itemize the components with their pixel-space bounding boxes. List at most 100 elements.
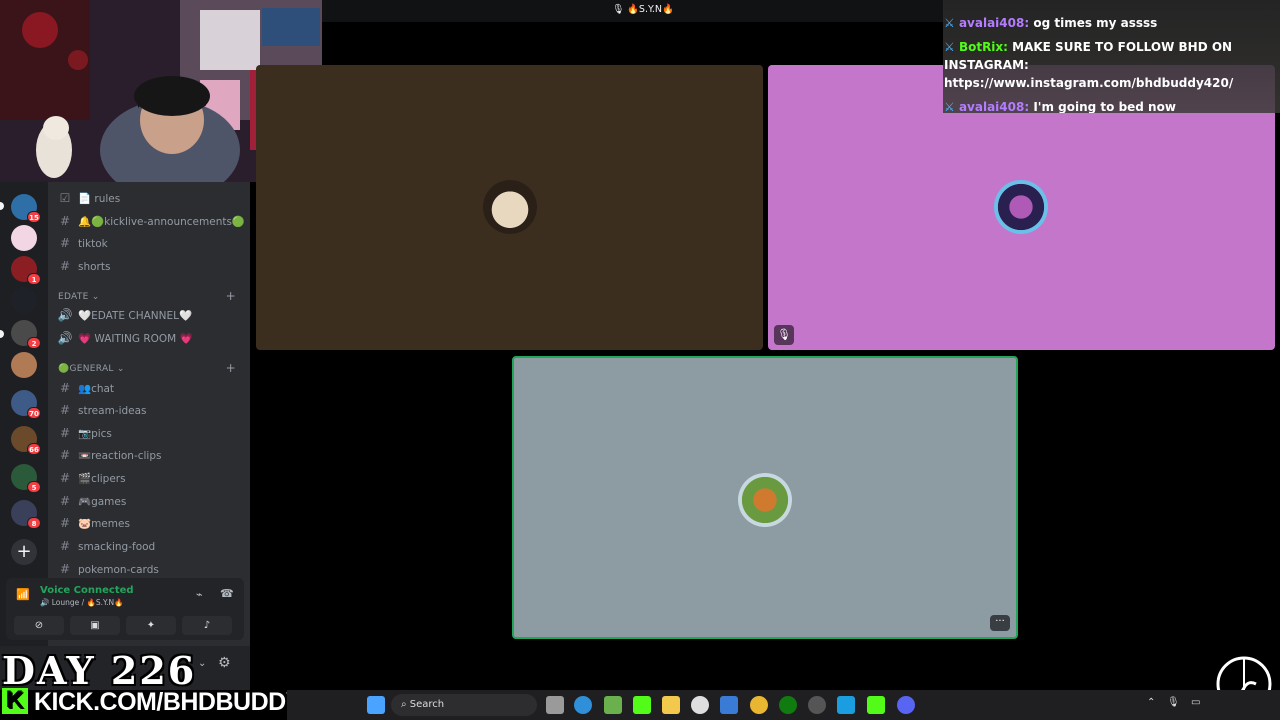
channel-label: 🐷memes — [78, 518, 130, 530]
taskbar-search[interactable]: ⌕ Search — [391, 694, 537, 716]
channel-label: 🤍EDATE CHANNEL🤍 — [78, 310, 193, 322]
server-icon[interactable] — [11, 225, 37, 251]
voice-tile-speaking[interactable]: ··· — [512, 356, 1018, 639]
store-icon[interactable] — [720, 696, 738, 714]
start-menu-icon[interactable] — [367, 696, 385, 714]
mention-badge: 70 — [27, 407, 41, 419]
mention-badge: 2 — [27, 337, 41, 349]
channel-label: 🎮games — [78, 496, 127, 508]
microphone-icon[interactable]: 🎙 — [1167, 697, 1180, 708]
obs-icon[interactable] — [808, 696, 826, 714]
channel-rules[interactable]: ☑ 📄 rules — [56, 187, 242, 209]
channel-pokemon-cards[interactable]: # pokemon-cards — [56, 558, 242, 580]
channel-reaction-clips[interactable]: # 📼reaction-clips — [56, 444, 242, 466]
app-icon[interactable] — [633, 696, 651, 714]
discord-icon[interactable] — [897, 696, 915, 714]
stream-chat-overlay: ⚔ avalai408: og times my assss ⚔ BotRix:… — [943, 0, 1280, 113]
activities-button[interactable]: ✦ — [126, 616, 176, 635]
xbox-icon[interactable] — [779, 696, 797, 714]
nvidia-icon[interactable] — [604, 696, 622, 714]
settings-gear-icon[interactable]: ⚙ — [218, 655, 231, 671]
category-edate[interactable]: EDATE ⌄ + — [58, 289, 242, 304]
server-folder-icon[interactable]: 66 — [11, 426, 41, 455]
server-folder-icon[interactable]: 5 — [11, 464, 41, 493]
add-channel-icon[interactable]: + — [226, 361, 236, 375]
voice-channel-waiting-room[interactable]: 🔊 💗 WAITING ROOM 💗 — [56, 327, 242, 349]
server-icon[interactable]: 15 — [11, 194, 41, 223]
server-icon[interactable]: 2 — [11, 320, 41, 349]
chrome-icon[interactable] — [750, 696, 768, 714]
channel-tiktok[interactable]: # tiktok — [56, 232, 242, 254]
voice-location[interactable]: 🔊 Lounge / 🔥S.Y.N🔥 — [40, 598, 123, 607]
unread-indicator — [0, 330, 4, 338]
app-icon[interactable] — [837, 696, 855, 714]
add-server-button[interactable]: + — [11, 539, 37, 565]
channel-games[interactable]: # 🎮games — [56, 490, 242, 512]
signal-icon[interactable]: 📶 — [16, 588, 30, 601]
task-view-icon[interactable] — [546, 696, 564, 714]
edge-icon[interactable] — [574, 696, 592, 714]
network-icon[interactable]: ▭ — [1191, 697, 1200, 708]
chat-link[interactable]: https://www.instagram.com/bhdbuddy420/ — [944, 74, 1233, 92]
hash-icon: # — [59, 426, 71, 440]
channel-label: 🎬clipers — [78, 473, 126, 485]
channel-label: 🔔🟢kicklive-announcements🟢 — [78, 216, 246, 228]
file-explorer-icon[interactable] — [662, 696, 680, 714]
kick-app-icon[interactable] — [867, 696, 885, 714]
server-icon[interactable] — [11, 352, 37, 378]
hash-icon: # — [59, 236, 71, 250]
screen-share-button[interactable]: ▣ — [70, 616, 120, 635]
server-icon[interactable]: 1 — [11, 256, 41, 285]
category-label: EDATE ⌄ — [58, 292, 100, 302]
mention-badge: 1 — [27, 273, 41, 285]
chat-text-line: INSTAGRAM: — [944, 58, 1029, 72]
chat-username: avalai408: — [958, 16, 1030, 30]
disconnect-icon[interactable]: ☎ — [220, 587, 234, 600]
channel-memes[interactable]: # 🐷memes — [56, 512, 242, 534]
channel-kicklive-announcements[interactable]: # 🔔🟢kicklive-announcements🟢 — [56, 210, 246, 232]
mention-badge: 66 — [27, 443, 41, 455]
chevron-down-icon[interactable]: ⌄ — [198, 658, 206, 669]
channel-label: tiktok — [78, 238, 108, 250]
channel-stream-ideas[interactable]: # stream-ideas — [56, 399, 242, 421]
speaker-icon: 🔊 — [57, 308, 73, 322]
chevron-up-icon[interactable]: ⌃ — [1147, 697, 1155, 708]
sword-badge-icon: ⚔ — [944, 100, 959, 113]
server-icon[interactable] — [11, 287, 37, 313]
voice-tile-user[interactable] — [256, 65, 763, 350]
kick-logo-icon: K — [2, 688, 28, 714]
sword-badge-icon: ⚔ — [944, 40, 959, 54]
channel-clipers[interactable]: # 🎬clipers — [56, 467, 242, 489]
category-general[interactable]: 🟢GENERAL ⌄ + — [58, 361, 242, 376]
channel-smacking-food[interactable]: # smacking-food — [56, 535, 242, 557]
noise-suppression-icon[interactable]: ⌁ — [196, 588, 203, 601]
windows-taskbar: ⌕ Search ⌃ 🎙 ▭ — [287, 690, 1280, 720]
chat-message: ⚔ avalai408: I'm going to bed now — [944, 98, 1176, 113]
user-avatar — [994, 180, 1048, 234]
soundboard-button[interactable]: ♪ — [182, 616, 232, 635]
chat-username: avalai408: — [958, 100, 1030, 113]
steam-icon[interactable] — [691, 696, 709, 714]
mention-badge: 8 — [27, 517, 41, 529]
channel-label: 👥chat — [78, 383, 115, 395]
channel-pics[interactable]: # 📷pics — [56, 422, 242, 444]
server-folder-icon[interactable]: 8 — [11, 500, 41, 529]
server-folder-icon[interactable]: 70 — [11, 390, 41, 419]
rules-icon: ☑ — [59, 191, 71, 205]
more-options-button[interactable]: ··· — [990, 615, 1010, 631]
voice-channel-edate[interactable]: 🔊 🤍EDATE CHANNEL🤍 — [56, 304, 242, 326]
channel-chat[interactable]: # 👥chat — [56, 377, 242, 399]
voice-connection-panel: 📶 Voice Connected 🔊 Lounge / 🔥S.Y.N🔥 ⌁ ☎… — [6, 578, 244, 640]
muted-mic-icon: 🎙 — [774, 325, 794, 345]
hash-icon: # — [59, 562, 71, 576]
day-counter-label: DAY 226 — [2, 648, 197, 693]
voice-channel-header: 🎙 🔥S.Y.N🔥 — [322, 0, 944, 22]
channel-shorts[interactable]: # shorts — [56, 255, 242, 277]
channel-label: smacking-food — [78, 541, 156, 553]
camera-off-button[interactable]: ⊘ — [14, 616, 64, 635]
user-avatar — [738, 473, 792, 527]
add-channel-icon[interactable]: + — [226, 289, 236, 303]
voice-status[interactable]: Voice Connected — [40, 585, 134, 596]
channel-label: 💗 WAITING ROOM 💗 — [78, 333, 193, 345]
hash-icon: # — [59, 471, 71, 485]
